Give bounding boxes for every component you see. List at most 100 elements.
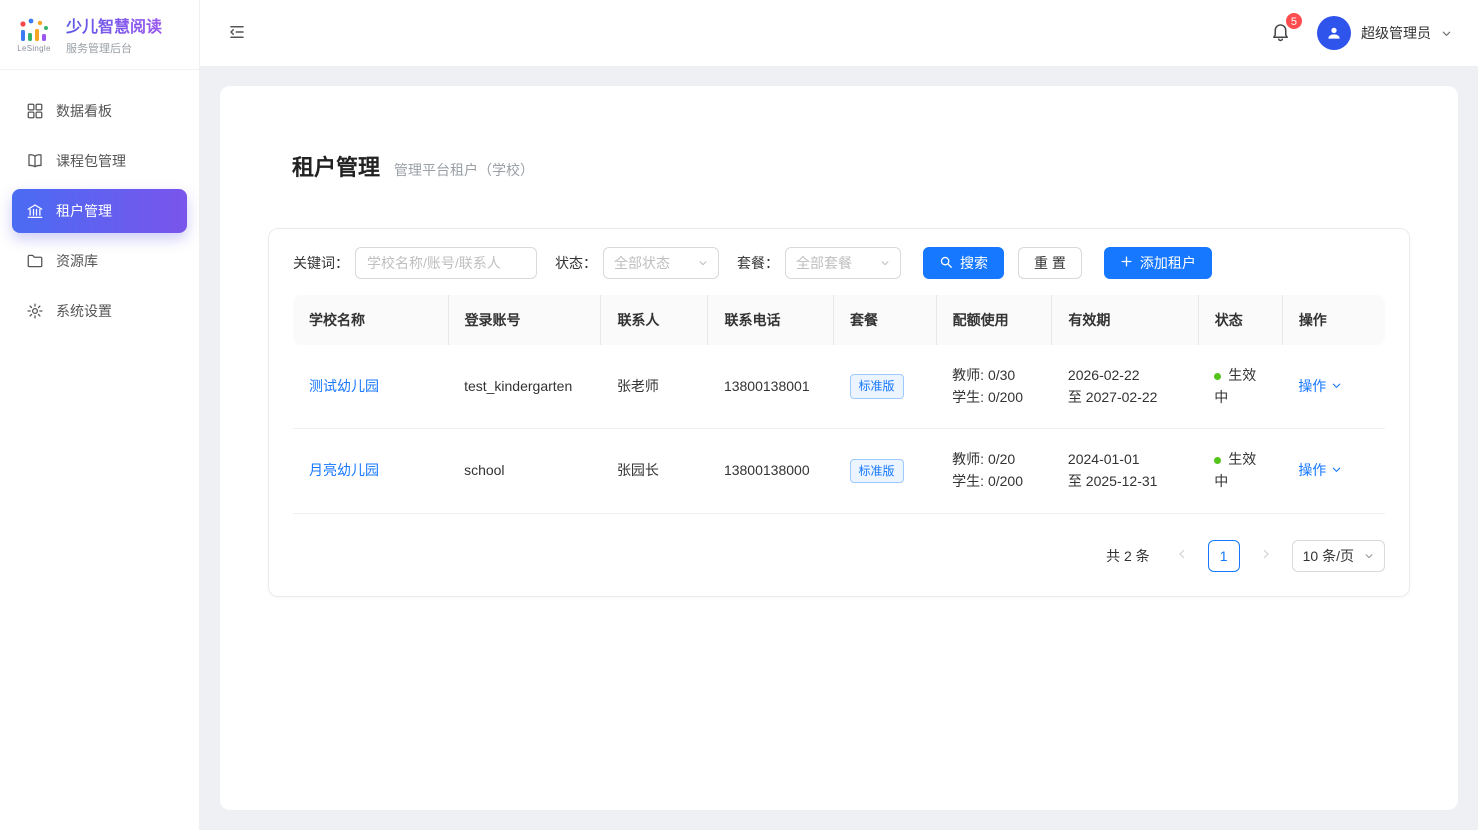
status-select[interactable]: 全部状态 <box>603 247 719 279</box>
sidebar-item-settings[interactable]: 系统设置 <box>12 289 187 333</box>
valid-to: 至 2027-02-22 <box>1068 387 1182 409</box>
pagination-page-1[interactable]: 1 <box>1208 540 1240 572</box>
package-badge: 标准版 <box>850 374 904 399</box>
validity-cell: 2024-01-01 至 2025-12-31 <box>1052 429 1198 513</box>
add-tenant-button[interactable]: 添加租户 <box>1104 247 1212 279</box>
col-status: 状态 <box>1198 295 1282 345</box>
col-quota: 配额使用 <box>936 295 1052 345</box>
package-label: 套餐： <box>737 253 779 273</box>
quota-student: 学生: 0/200 <box>952 471 1036 493</box>
reset-button[interactable]: 重 置 <box>1018 247 1082 279</box>
valid-from: 2024-01-01 <box>1068 449 1182 471</box>
chevron-down-icon <box>1331 462 1342 478</box>
package-badge: 标准版 <box>850 459 904 484</box>
header: 5 超级管理员 <box>200 0 1478 66</box>
app-root: LeSingle 少儿智慧阅读 服务管理后台 数据看板 课程包管理 <box>0 0 1478 830</box>
pagination-next[interactable] <box>1250 540 1282 572</box>
gear-icon <box>26 302 44 320</box>
user-menu[interactable]: 超级管理员 <box>1317 16 1452 50</box>
valid-to: 至 2025-12-31 <box>1068 471 1182 493</box>
reset-button-label: 重 置 <box>1034 253 1066 273</box>
page-title: 租户管理 <box>292 150 380 182</box>
status-badge: 生效中 <box>1214 367 1256 405</box>
row-action-dropdown[interactable]: 操作 <box>1298 460 1342 480</box>
brand-logo: LeSingle <box>12 17 56 53</box>
col-actions: 操作 <box>1282 295 1385 345</box>
status-cell: 生效中 <box>1198 345 1282 429</box>
header-right: 5 超级管理员 <box>1266 16 1452 50</box>
package-select-value: 全部套餐 <box>796 253 852 273</box>
pagination-prev[interactable] <box>1166 540 1198 572</box>
status-cell: 生效中 <box>1198 429 1282 513</box>
page-subtitle: 管理平台租户（学校） <box>394 160 534 180</box>
col-package: 套餐 <box>834 295 937 345</box>
brand-logo-text: LeSingle <box>17 44 51 53</box>
contact-cell: 张老师 <box>601 345 708 429</box>
table-row: 测试幼儿园 test_kindergarten 张老师 13800138001 … <box>293 345 1385 429</box>
keyword-label: 关键词： <box>293 253 349 273</box>
page-size-value: 10 条/页 <box>1303 546 1354 566</box>
search-button[interactable]: 搜索 <box>923 247 1004 279</box>
chevron-right-icon <box>1260 548 1272 563</box>
account-cell: test_kindergarten <box>448 345 601 429</box>
add-tenant-button-label: 添加租户 <box>1140 253 1196 273</box>
search-icon <box>939 255 953 272</box>
chevron-down-icon <box>1364 551 1374 561</box>
sidebar-menu: 数据看板 课程包管理 租户管理 资源库 <box>0 70 199 352</box>
pagination-total: 共 2 条 <box>1106 546 1150 566</box>
col-school: 学校名称 <box>293 295 448 345</box>
sidebar-item-courses[interactable]: 课程包管理 <box>12 139 187 183</box>
brand-subtitle: 服务管理后台 <box>66 40 162 56</box>
validity-cell: 2026-02-22 至 2027-02-22 <box>1052 345 1198 429</box>
chevron-left-icon <box>1176 548 1188 563</box>
page-card: 租户管理 管理平台租户（学校） 关键词： 状态： 全部状态 <box>220 86 1458 810</box>
brand-text: 少儿智慧阅读 服务管理后台 <box>66 13 162 56</box>
book-icon <box>26 152 44 170</box>
filter-bar: 关键词： 状态： 全部状态 套餐： 全部套餐 <box>293 247 1385 279</box>
table-row: 月亮幼儿园 school 张园长 13800138000 标准版 教师: 0/2… <box>293 429 1385 513</box>
main-column: 5 超级管理员 租户管理 管理平台租户（学校） <box>200 0 1478 830</box>
avatar <box>1317 16 1351 50</box>
brand-title: 少儿智慧阅读 <box>66 13 162 37</box>
package-select[interactable]: 全部套餐 <box>785 247 901 279</box>
sidebar-item-label: 租户管理 <box>56 201 112 221</box>
sidebar-item-resources[interactable]: 资源库 <box>12 239 187 283</box>
col-validity: 有效期 <box>1052 295 1198 345</box>
dashboard-icon <box>26 102 44 120</box>
building-icon <box>26 202 44 220</box>
notifications-button[interactable]: 5 <box>1266 17 1295 49</box>
valid-from: 2026-02-22 <box>1068 365 1182 387</box>
row-action-label: 操作 <box>1298 460 1326 480</box>
brand: LeSingle 少儿智慧阅读 服务管理后台 <box>0 0 199 70</box>
contact-cell: 张园长 <box>601 429 708 513</box>
content-area: 租户管理 管理平台租户（学校） 关键词： 状态： 全部状态 <box>200 66 1478 830</box>
search-button-label: 搜索 <box>960 253 988 273</box>
col-phone: 联系电话 <box>708 295 834 345</box>
status-dot <box>1214 457 1221 464</box>
table-header: 学校名称 登录账号 联系人 联系电话 套餐 配额使用 有效期 状态 操作 <box>293 295 1385 345</box>
page-head: 租户管理 管理平台租户（学校） <box>268 150 1410 182</box>
school-link[interactable]: 测试幼儿园 <box>309 378 379 394</box>
pagination: 共 2 条 1 10 条/页 <box>293 540 1385 572</box>
tenants-table: 学校名称 登录账号 联系人 联系电话 套餐 配额使用 有效期 状态 操作 <box>293 295 1385 514</box>
row-action-label: 操作 <box>1298 376 1326 396</box>
notification-badge: 5 <box>1285 12 1303 30</box>
user-name: 超级管理员 <box>1361 23 1431 43</box>
row-action-dropdown[interactable]: 操作 <box>1298 376 1342 396</box>
chevron-down-icon <box>1331 378 1342 394</box>
tenant-panel: 关键词： 状态： 全部状态 套餐： 全部套餐 <box>268 228 1410 597</box>
page-size-select[interactable]: 10 条/页 <box>1292 540 1385 572</box>
status-select-value: 全部状态 <box>614 253 670 273</box>
status-label: 状态： <box>555 253 597 273</box>
chevron-down-icon <box>1441 28 1452 39</box>
sidebar-item-dashboard[interactable]: 数据看板 <box>12 89 187 133</box>
account-cell: school <box>448 429 601 513</box>
col-contact: 联系人 <box>601 295 708 345</box>
school-link[interactable]: 月亮幼儿园 <box>309 462 379 478</box>
sidebar-collapse-button[interactable] <box>224 19 250 48</box>
phone-cell: 13800138000 <box>708 429 834 513</box>
keyword-input[interactable] <box>355 247 537 279</box>
sidebar-item-tenants[interactable]: 租户管理 <box>12 189 187 233</box>
plus-icon <box>1120 255 1133 271</box>
chevron-down-icon <box>698 258 708 268</box>
